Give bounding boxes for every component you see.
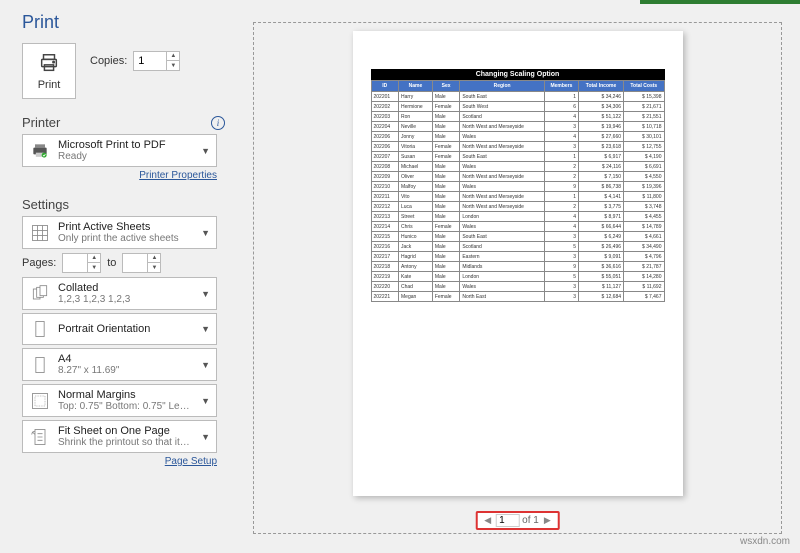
spin-down-icon[interactable]: ▼ bbox=[167, 61, 179, 70]
copies-label: Copies: bbox=[90, 55, 127, 67]
table-header: Region bbox=[460, 81, 545, 92]
table-row: 202214ChrisFemaleWales4$ 66,644$ 14,789 bbox=[371, 222, 664, 232]
copies-input[interactable]: ▲▼ bbox=[133, 51, 180, 71]
pages-label: Pages: bbox=[22, 257, 56, 269]
table-row: 202221MeganFemaleNorth East3$ 12,684$ 7,… bbox=[371, 292, 664, 302]
table-row: 202201HarryMaleSouth East1$ 34,246$ 15,3… bbox=[371, 92, 664, 102]
paper-select[interactable]: A4 8.27" x 11.69" ▼ bbox=[22, 348, 217, 381]
printer-select[interactable]: Microsoft Print to PDF Ready ▼ bbox=[22, 134, 217, 167]
chevron-down-icon: ▼ bbox=[201, 289, 210, 299]
table-row: 202202HermioneFemaleSouth West6$ 34,306$… bbox=[371, 102, 664, 112]
paper-icon bbox=[29, 354, 51, 376]
page-title: Print bbox=[22, 12, 225, 33]
table-header: ID bbox=[371, 81, 399, 92]
next-page-button[interactable]: ▶ bbox=[541, 515, 554, 526]
table-row: 202204NevilleMaleNorth West and Merseysi… bbox=[371, 122, 664, 132]
preview-page: Changing Scaling Option IDNameSexRegionM… bbox=[353, 31, 683, 496]
printer-section-label: Printer bbox=[22, 115, 60, 130]
table-row: 202215HunicoMaleSouth East3$ 6,249$ 4,66… bbox=[371, 232, 664, 242]
current-page-input[interactable] bbox=[496, 514, 520, 527]
table-header: Name bbox=[399, 81, 433, 92]
prev-page-button[interactable]: ◀ bbox=[481, 515, 494, 526]
print-button-label: Print bbox=[38, 79, 61, 91]
preview-panel: Changing Scaling Option IDNameSexRegionM… bbox=[235, 4, 800, 534]
table-row: 202220ChadMaleWales3$ 11,127$ 11,692 bbox=[371, 282, 664, 292]
table-row: 202210MalfoyMaleWales9$ 86,738$ 19,396 bbox=[371, 182, 664, 192]
table-row: 202206VitoriaFemaleNorth West and Mersey… bbox=[371, 142, 664, 152]
table-header: Total Costs bbox=[624, 81, 664, 92]
left-panel: Print Print Copies: ▲▼ Printer i bbox=[0, 4, 235, 534]
page-setup-link[interactable]: Page Setup bbox=[22, 456, 217, 467]
table-row: 202216JackMaleScotland5$ 26,496$ 34,490 bbox=[371, 242, 664, 252]
table-row: 202213StreetMaleLondon4$ 8,971$ 4,455 bbox=[371, 212, 664, 222]
margins-icon bbox=[29, 390, 51, 412]
settings-section-label: Settings bbox=[22, 197, 69, 212]
orientation-select[interactable]: Portrait Orientation ▼ bbox=[22, 313, 217, 345]
table-row: 202218AntonyMaleMidlands9$ 36,616$ 21,78… bbox=[371, 262, 664, 272]
collate-icon bbox=[29, 283, 51, 305]
chevron-down-icon: ▼ bbox=[201, 396, 210, 406]
table-header: Sex bbox=[432, 81, 460, 92]
of-pages-label: of 1 bbox=[522, 515, 539, 526]
table-row: 202212LucaMaleNorth West and Merseyside2… bbox=[371, 202, 664, 212]
table-header: Total Income bbox=[579, 81, 624, 92]
table-row: 202207SusanFemaleSouth East1$ 6,917$ 4,1… bbox=[371, 152, 664, 162]
printer-properties-link[interactable]: Printer Properties bbox=[22, 170, 217, 181]
scaling-select[interactable]: Fit Sheet on One Page Shrink the printou… bbox=[22, 420, 217, 453]
table-row: 202206JonnyMaleWales4$ 27,660$ 30,101 bbox=[371, 132, 664, 142]
printer-icon bbox=[38, 52, 60, 77]
margins-select[interactable]: Normal Margins Top: 0.75" Bottom: 0.75" … bbox=[22, 384, 217, 417]
page-navigator: ◀ of 1 ▶ bbox=[475, 511, 560, 530]
table-row: 202209OliverMaleNorth West and Merseysid… bbox=[371, 172, 664, 182]
chevron-down-icon: ▼ bbox=[201, 360, 210, 370]
portrait-icon bbox=[29, 318, 51, 340]
chevron-down-icon: ▼ bbox=[201, 146, 210, 156]
watermark: wsxdn.com bbox=[740, 536, 790, 547]
print-button[interactable]: Print bbox=[22, 43, 76, 99]
table-row: 202211VitoMaleNorth West and Merseyside1… bbox=[371, 192, 664, 202]
chevron-down-icon: ▼ bbox=[201, 432, 210, 442]
chevron-down-icon: ▼ bbox=[201, 324, 210, 334]
table-header: Members bbox=[544, 81, 578, 92]
spin-up-icon[interactable]: ▲ bbox=[167, 52, 179, 61]
info-icon[interactable]: i bbox=[211, 116, 225, 130]
collate-select[interactable]: Collated 1,2,3 1,2,3 1,2,3 ▼ bbox=[22, 277, 217, 310]
pages-to-input[interactable]: ▲▼ bbox=[122, 253, 161, 273]
pages-to-label: to bbox=[107, 257, 116, 269]
fit-page-icon bbox=[29, 426, 51, 448]
chevron-down-icon: ▼ bbox=[201, 228, 210, 238]
table-row: 202208MichaelMaleWales2$ 24,116$ 6,691 bbox=[371, 162, 664, 172]
table-row: 202203RonMaleScotland4$ 51,122$ 21,551 bbox=[371, 112, 664, 122]
sheets-icon bbox=[29, 222, 51, 244]
printer-device-icon bbox=[29, 140, 51, 162]
print-what-select[interactable]: Print Active Sheets Only print the activ… bbox=[22, 216, 217, 249]
pages-from-input[interactable]: ▲▼ bbox=[62, 253, 101, 273]
doc-title: Changing Scaling Option bbox=[371, 69, 665, 80]
table-row: 202217HagridMaleEastern3$ 9,091$ 4,796 bbox=[371, 252, 664, 262]
table-row: 202219KateMaleLondon5$ 55,051$ 14,280 bbox=[371, 272, 664, 282]
data-table: IDNameSexRegionMembersTotal IncomeTotal … bbox=[371, 80, 665, 302]
